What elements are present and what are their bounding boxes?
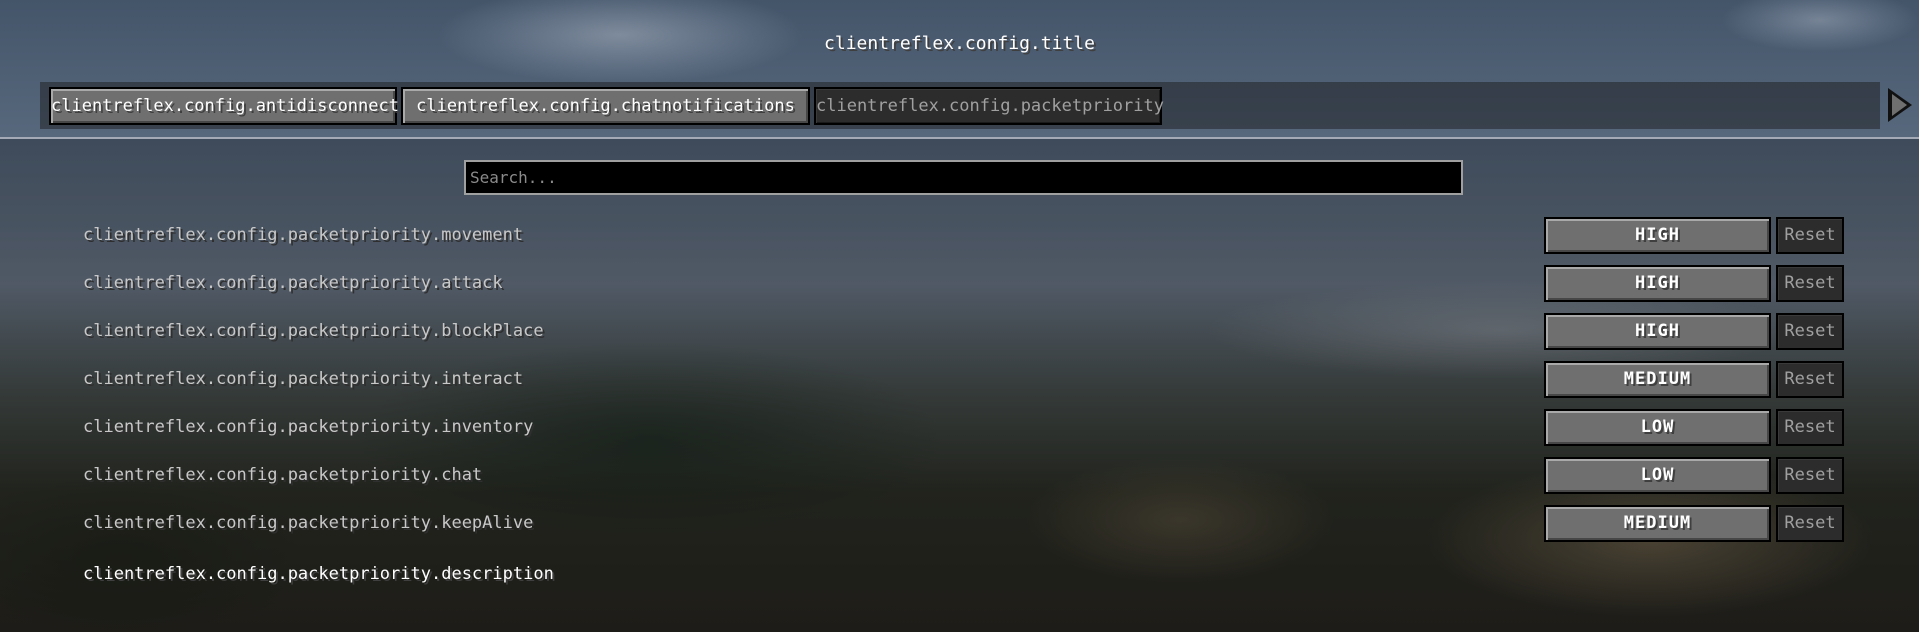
entry-row-chat: clientreflex.config.packetpriority.chat … — [0, 455, 1919, 503]
arrow-right-icon[interactable] — [1888, 88, 1912, 122]
tab-antidisconnect[interactable]: clientreflex.config.antidisconnect — [49, 87, 399, 125]
reset-button[interactable]: Reset — [1776, 217, 1844, 254]
priority-cycle-button[interactable]: HIGH — [1544, 313, 1771, 350]
reset-button[interactable]: Reset — [1776, 313, 1844, 350]
entry-label: clientreflex.config.packetpriority.inter… — [83, 369, 524, 389]
reset-button[interactable]: Reset — [1776, 409, 1844, 446]
entry-label: clientreflex.config.packetpriority.keepA… — [83, 513, 534, 533]
priority-cycle-button[interactable]: MEDIUM — [1544, 361, 1771, 398]
entry-label: clientreflex.config.packetpriority.inven… — [83, 417, 534, 437]
reset-button[interactable]: Reset — [1776, 505, 1844, 542]
entry-label: clientreflex.config.packetpriority.movem… — [83, 225, 524, 245]
priority-cycle-button[interactable]: HIGH — [1544, 265, 1771, 302]
priority-cycle-button[interactable]: HIGH — [1544, 217, 1771, 254]
category-description: clientreflex.config.packetpriority.descr… — [83, 564, 554, 584]
entry-label: clientreflex.config.packetpriority.chat — [83, 465, 483, 485]
entry-row-movement: clientreflex.config.packetpriority.movem… — [0, 215, 1919, 263]
entry-row-blockplace: clientreflex.config.packetpriority.block… — [0, 311, 1919, 359]
priority-cycle-button[interactable]: MEDIUM — [1544, 505, 1771, 542]
search-input[interactable] — [464, 160, 1463, 195]
entry-row-keepalive: clientreflex.config.packetpriority.keepA… — [0, 503, 1919, 551]
entry-label: clientreflex.config.packetpriority.block… — [83, 321, 544, 341]
reset-button[interactable]: Reset — [1776, 265, 1844, 302]
entry-row-interact: clientreflex.config.packetpriority.inter… — [0, 359, 1919, 407]
reset-button[interactable]: Reset — [1776, 361, 1844, 398]
tab-chatnotifications[interactable]: clientreflex.config.chatnotifications — [401, 87, 810, 125]
priority-cycle-button[interactable]: LOW — [1544, 457, 1771, 494]
priority-cycle-button[interactable]: LOW — [1544, 409, 1771, 446]
reset-button[interactable]: Reset — [1776, 457, 1844, 494]
entry-row-inventory: clientreflex.config.packetpriority.inven… — [0, 407, 1919, 455]
tab-packetpriority[interactable]: clientreflex.config.packetpriority — [814, 87, 1164, 125]
screen-title: clientreflex.config.title — [824, 33, 1095, 54]
tab-bar: clientreflex.config.antidisconnect clien… — [40, 82, 1880, 129]
entry-label: clientreflex.config.packetpriority.attac… — [83, 273, 503, 293]
entry-row-attack: clientreflex.config.packetpriority.attac… — [0, 263, 1919, 311]
